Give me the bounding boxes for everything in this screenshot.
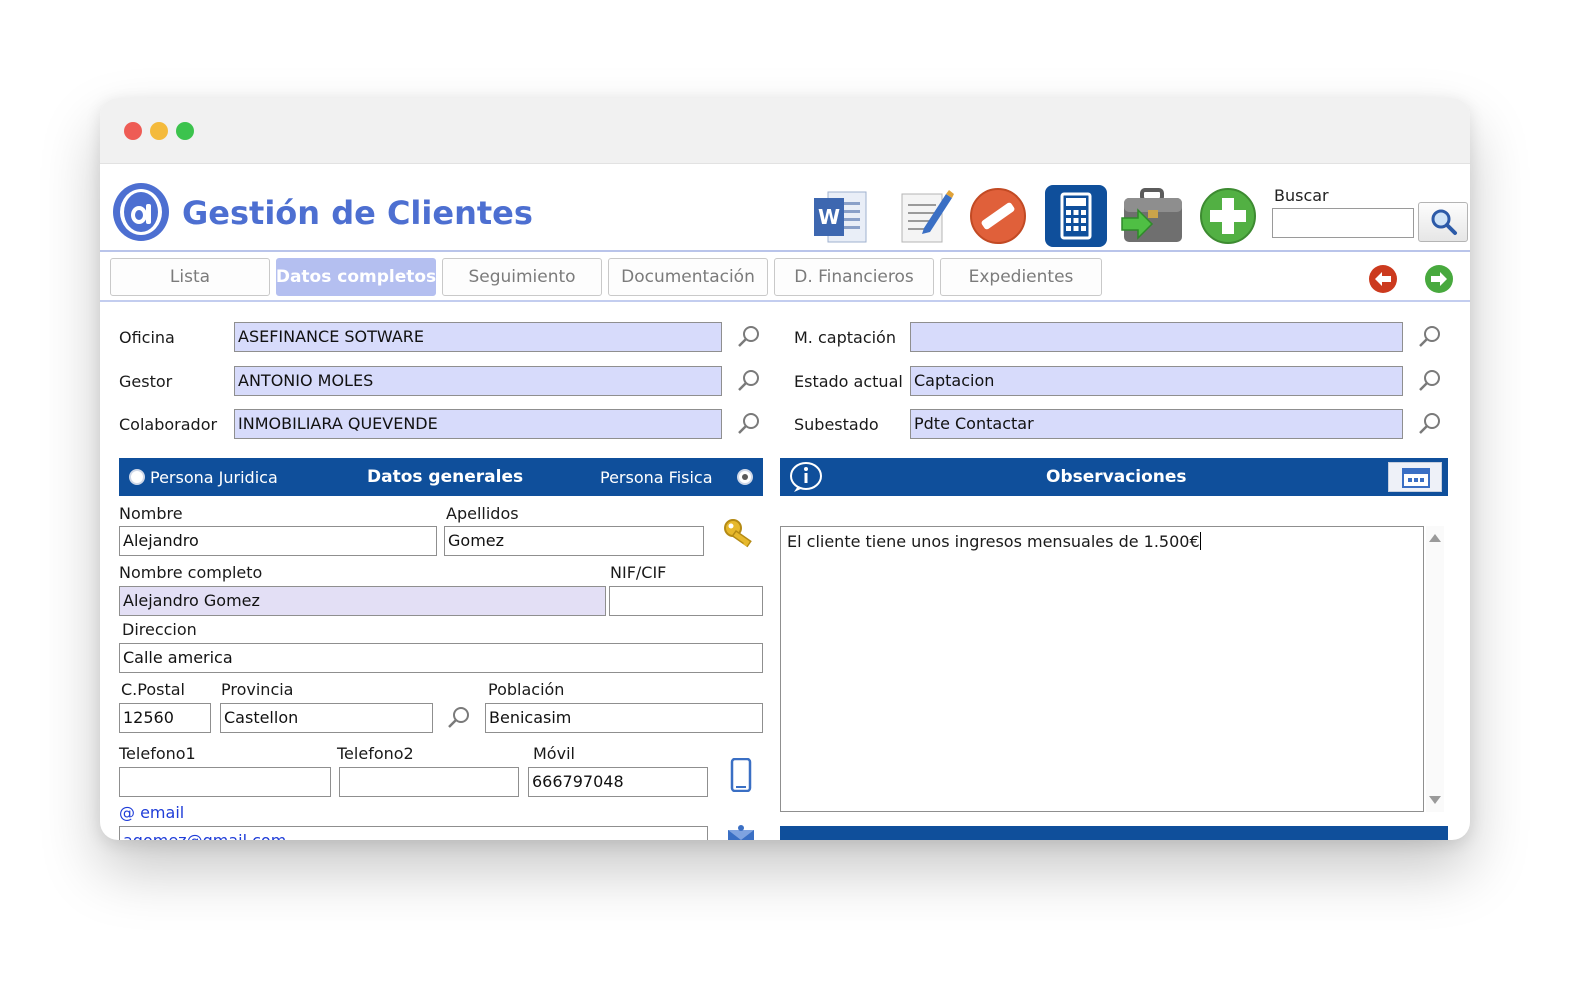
cancel-icon[interactable]	[966, 184, 1030, 248]
subestado-lookup-icon[interactable]	[1417, 411, 1443, 437]
nif-label: NIF/CIF	[610, 563, 667, 582]
tab-expedientes[interactable]: Expedientes	[940, 258, 1102, 296]
calendar-icon	[1402, 468, 1430, 488]
subestado-label: Subestado	[794, 415, 879, 434]
nombre-field[interactable]: Alejandro	[119, 526, 437, 556]
scroll-down-arrow-icon[interactable]	[1429, 796, 1441, 804]
observaciones-scrollbar[interactable]	[1426, 526, 1444, 812]
provincia-label: Provincia	[221, 680, 294, 699]
gestor-lookup-icon[interactable]	[736, 368, 762, 394]
oficina-label: Oficina	[119, 328, 175, 347]
gestor-label: Gestor	[119, 372, 173, 391]
app-logo-icon	[113, 183, 169, 241]
nif-field[interactable]	[609, 586, 763, 616]
apellidos-label: Apellidos	[446, 504, 519, 523]
nombre-completo-label: Nombre completo	[119, 563, 263, 582]
captacion-field[interactable]	[910, 322, 1403, 352]
oficina-lookup-icon[interactable]	[736, 324, 762, 350]
provincia-lookup-icon[interactable]	[446, 705, 472, 731]
previous-arrow-icon[interactable]	[1368, 264, 1398, 294]
word-icon[interactable]: W	[808, 184, 872, 248]
search-label: Buscar	[1274, 186, 1329, 205]
subestado-field[interactable]: Pdte Contactar	[910, 409, 1403, 439]
add-icon[interactable]	[1196, 184, 1260, 248]
text-cursor	[1199, 532, 1201, 550]
telefono1-field[interactable]	[119, 767, 331, 797]
lower-section-bar	[780, 826, 1448, 840]
observaciones-textarea[interactable]: El cliente tiene unos ingresos mensuales…	[780, 526, 1424, 812]
gestor-field[interactable]: ANTONIO MOLES	[234, 366, 722, 396]
zoom-window-button[interactable]	[176, 122, 194, 140]
search-icon	[1431, 209, 1457, 235]
poblacion-field[interactable]: Benicasim	[485, 703, 763, 733]
provincia-field[interactable]: Castellon	[220, 703, 433, 733]
tab-lista[interactable]: Lista	[110, 258, 270, 296]
app-header: Gestión de Clientes W Buscar	[100, 164, 1470, 252]
mobile-phone-icon[interactable]	[730, 758, 752, 792]
telefono1-label: Telefono1	[119, 744, 196, 763]
persona-fisica-radio[interactable]	[737, 469, 753, 485]
captacion-label: M. captación	[794, 328, 896, 347]
tab-datos-completos[interactable]: Datos completos	[276, 258, 436, 296]
email-label: @ email	[119, 803, 185, 822]
cpostal-label: C.Postal	[121, 680, 185, 699]
info-icon[interactable]	[788, 461, 824, 493]
email-field[interactable]: agomez@gmail.com	[119, 826, 708, 840]
estado-label: Estado actual	[794, 372, 903, 391]
movil-field[interactable]: 666797048	[528, 767, 708, 797]
datos-generales-title: Datos generales	[367, 467, 524, 487]
direccion-field[interactable]: Calle america	[119, 643, 763, 673]
tab-seguimiento[interactable]: Seguimiento	[442, 258, 602, 296]
colaborador-lookup-icon[interactable]	[736, 411, 762, 437]
search-button[interactable]	[1418, 202, 1468, 242]
estado-lookup-icon[interactable]	[1417, 368, 1443, 394]
tab-bar: Lista Datos completos Seguimiento Docume…	[100, 254, 1470, 302]
observaciones-text: El cliente tiene unos ingresos mensuales…	[787, 532, 1200, 551]
oficina-field[interactable]: ASEFINANCE SOTWARE	[234, 322, 722, 352]
direccion-label: Direccion	[122, 620, 197, 639]
tab-documentacion[interactable]: Documentación	[608, 258, 768, 296]
captacion-lookup-icon[interactable]	[1417, 324, 1443, 350]
nombre-label: Nombre	[119, 504, 183, 523]
key-icon[interactable]	[722, 516, 758, 552]
telefono2-label: Telefono2	[337, 744, 414, 763]
svg-text:W: W	[818, 205, 840, 229]
tab-d-financieros[interactable]: D. Financieros	[774, 258, 934, 296]
window-titlebar	[100, 98, 1470, 164]
briefcase-export-icon[interactable]	[1120, 184, 1184, 248]
persona-juridica-label: Persona Juridica	[150, 468, 278, 487]
observaciones-calendar-button[interactable]	[1388, 462, 1442, 492]
edit-note-icon[interactable]	[894, 184, 958, 248]
observaciones-title: Observaciones	[1046, 467, 1187, 487]
app-title: Gestión de Clientes	[182, 194, 533, 232]
send-email-icon[interactable]	[726, 824, 756, 840]
movil-label: Móvil	[533, 744, 575, 763]
persona-fisica-label: Persona Fisica	[600, 468, 713, 487]
colaborador-field[interactable]: INMOBILIARA QUEVENDE	[234, 409, 722, 439]
minimize-window-button[interactable]	[150, 122, 168, 140]
datos-generales-bar: Persona Juridica Datos generales Persona…	[119, 458, 763, 496]
persona-juridica-radio[interactable]	[129, 469, 145, 485]
calculator-icon[interactable]	[1044, 184, 1108, 248]
search-input[interactable]	[1272, 208, 1414, 238]
app-window: Gestión de Clientes W Buscar Lista Datos…	[100, 98, 1470, 840]
apellidos-field[interactable]: Gomez	[444, 526, 704, 556]
scroll-up-arrow-icon[interactable]	[1429, 534, 1441, 542]
telefono2-field[interactable]	[339, 767, 519, 797]
colaborador-label: Colaborador	[119, 415, 218, 434]
close-window-button[interactable]	[124, 122, 142, 140]
estado-field[interactable]: Captacion	[910, 366, 1403, 396]
next-arrow-icon[interactable]	[1424, 264, 1454, 294]
observaciones-bar: Observaciones	[780, 458, 1448, 496]
poblacion-label: Población	[488, 680, 565, 699]
cpostal-field[interactable]: 12560	[119, 703, 211, 733]
nombre-completo-field[interactable]: Alejandro Gomez	[119, 586, 606, 616]
